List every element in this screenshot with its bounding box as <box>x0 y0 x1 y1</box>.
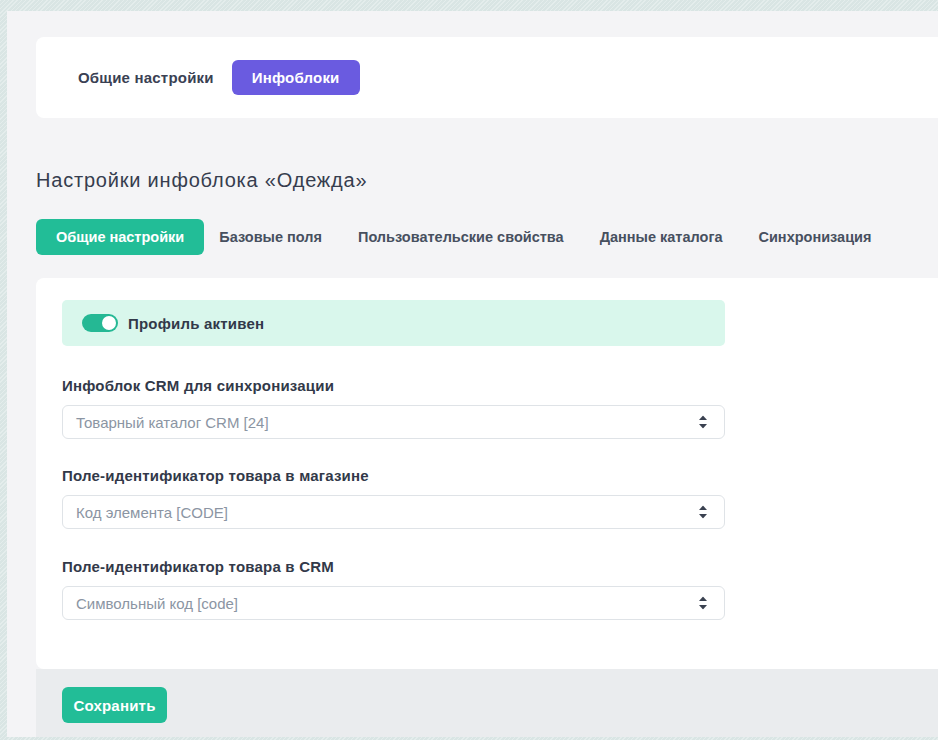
profile-active-banner: Профиль активен <box>62 300 725 346</box>
field-label-product-id-crm: Поле-идентификатор товара в CRM <box>62 558 334 575</box>
tab-infoblocks-button[interactable]: Инфоблоки <box>232 60 360 95</box>
updown-arrow-icon <box>698 506 708 519</box>
select-crm-infoblock-value: Товарный каталог CRM [24] <box>76 414 269 431</box>
page-title: Настройки инфоблока «Одежда» <box>36 169 367 192</box>
tab-user-properties[interactable]: Пользовательские свойства <box>358 229 564 245</box>
select-product-id-store-value: Код элемента [CODE] <box>76 504 228 521</box>
settings-panel: Общие настройки Инфоблоки Настройки инфо… <box>7 11 938 737</box>
top-tabs-card: Общие настройки Инфоблоки <box>36 37 938 118</box>
field-label-product-id-store: Поле-идентификатор товара в магазине <box>62 467 369 484</box>
settings-form-card: Профиль активен Инфоблок CRM для синхрон… <box>36 278 938 669</box>
updown-arrow-icon <box>698 597 708 610</box>
save-button[interactable]: Сохранить <box>62 687 167 723</box>
select-crm-infoblock[interactable]: Товарный каталог CRM [24] <box>62 405 725 439</box>
select-product-id-crm[interactable]: Символьный код [code] <box>62 586 725 620</box>
profile-active-toggle[interactable] <box>82 314 118 332</box>
select-product-id-crm-value: Символьный код [code] <box>76 595 238 612</box>
select-product-id-store[interactable]: Код элемента [CODE] <box>62 495 725 529</box>
toggle-knob <box>102 316 116 330</box>
tab-general-settings-top[interactable]: Общие настройки <box>78 69 214 86</box>
profile-active-label: Профиль активен <box>128 315 264 332</box>
field-label-crm-infoblock: Инфоблок CRM для синхронизации <box>62 377 334 394</box>
tab-base-fields[interactable]: Базовые поля <box>219 229 322 245</box>
tab-general-settings[interactable]: Общие настройки <box>36 219 204 255</box>
tab-synchronization[interactable]: Синхронизация <box>758 229 871 245</box>
tab-catalog-data[interactable]: Данные каталога <box>600 229 723 245</box>
updown-arrow-icon <box>698 416 708 429</box>
form-footer: Сохранить <box>36 669 938 737</box>
infoblock-tabs: Общие настройки Базовые поля Пользовател… <box>36 219 907 255</box>
